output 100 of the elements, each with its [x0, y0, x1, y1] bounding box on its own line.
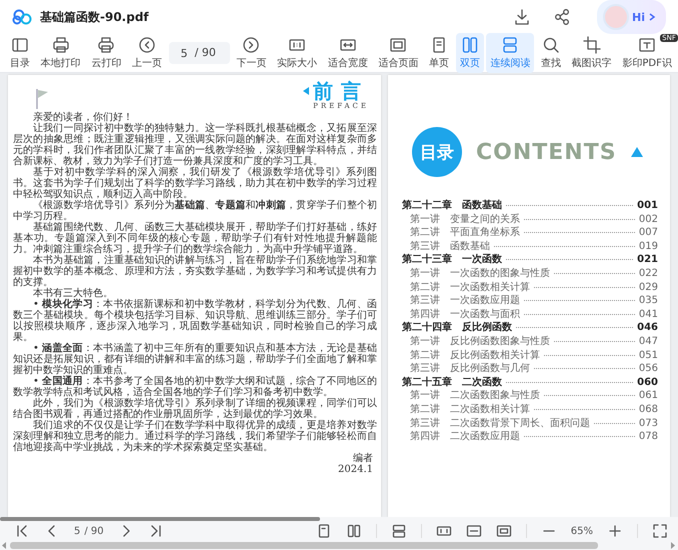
window-title: 基础篇函数-90.pdf — [40, 8, 150, 26]
page-number: 078 — [638, 430, 658, 444]
paragraph: • 全国通用：本书参考了全国各地的初中数学大纲和试题，综合了不同地区的数学教学特点和考试风格，适合全国各地的学子们学习和备考初中数学。 — [13, 376, 377, 398]
lesson-number: 第一讲 — [409, 334, 440, 349]
contents-subheading: CONTENTS — [476, 140, 617, 164]
plus-icon[interactable] — [607, 523, 623, 539]
paragraph: 此外，我们为《根源数学培优导引》系列录制了详细的视频课程，同学们可以结合图书观看，再通过搭配的作业册巩固所学，达到最优的学习效果。 — [13, 398, 377, 420]
fit-page-icon[interactable] — [496, 523, 512, 539]
page-heading: 前言 — [313, 80, 369, 102]
toolbar-button[interactable]: 云打印 — [87, 33, 126, 73]
paragraph: 基础篇围绕代数、几何、函数三大基础模块展开，帮助学子们打好基础，练好基本功。专题篇深入到不同年级的核心专题，帮助学子们有针对性地提升解题能力。冲刺篇注重综合练习，提升学子们的数学综合能力，为高中升学铺平道路。 — [13, 222, 377, 255]
page-number: 019 — [638, 240, 658, 254]
paragraph: • 模块化学习：本书依据新课标和初中数学教材，科学划分为代数、几何、函数三个基础模块。每个模块包括学习目标、知识导航、思维训练三部分。学子们可以按照模块顺序，逐步深入地学习，巩固数学基础知识，同时检验自己的学习成果。 — [13, 299, 377, 343]
toolbar-button[interactable]: 单页 — [425, 33, 454, 73]
lesson-number: 第二讲 — [409, 226, 440, 240]
toolbar-button[interactable]: 连续阅读 — [486, 33, 534, 73]
scrollbar-thumb[interactable] — [0, 517, 320, 521]
lesson-number: 第二讲 — [409, 280, 440, 294]
chapter-title: 函数基础 — [462, 199, 502, 213]
lesson-number: 第一讲 — [409, 212, 440, 226]
assistant-button[interactable]: Hi — [597, 0, 666, 34]
chapter-number: 第二十三章 — [402, 253, 452, 267]
chevron-right-icon — [242, 36, 260, 54]
chapter-number: 第二十四章 — [402, 321, 452, 335]
cloud-logo-icon — [12, 9, 32, 25]
chapter-title: 二次函数 — [462, 376, 502, 390]
page-number: 001 — [637, 199, 658, 213]
double-page-icon[interactable] — [346, 523, 362, 539]
crop-icon — [582, 36, 601, 54]
chevron-right-icon — [648, 12, 656, 22]
toolbar-button[interactable]: 本地打印 — [36, 33, 85, 73]
lesson-title: 反比例函数与几何 — [450, 362, 530, 376]
page-number[interactable]: 5 — [74, 526, 80, 536]
sidebar-icon — [11, 36, 29, 54]
toolbar-button[interactable]: 适合宽度 — [324, 33, 372, 73]
chapter-title: 一次函数 — [462, 253, 502, 267]
page-number: 068 — [638, 402, 658, 416]
download-icon[interactable] — [513, 8, 532, 26]
toolbar-button[interactable]: 目录 — [6, 33, 34, 73]
zoom-level: 65% — [570, 526, 593, 536]
lesson-number: 第四讲 — [409, 430, 440, 444]
continuous-icon[interactable] — [390, 523, 407, 539]
printer-icon — [97, 36, 116, 54]
paragraph: 让我们一同探讨初中数学的独特魅力。这一学科既扎根基础概念，又拓展至深层次的抽象思维；既注重逻辑推理，又强调实际问题的解决。在面对这样复杂而多元的学科时，我们作者团队汇聚了丰富的一线教学经验，深刻理解学科特点，并结合新课标、教材，致力为学子们打造一份兼具深度和广度的学习工具。 — [13, 123, 377, 167]
toolbar-button[interactable]: 下一页 — [232, 33, 270, 73]
lesson-title: 变量之间的关系 — [450, 212, 520, 226]
lesson-number: 第三讲 — [409, 240, 440, 254]
printer-icon — [52, 36, 70, 54]
fit-width-icon[interactable] — [466, 523, 482, 539]
fullscreen-icon[interactable] — [652, 523, 668, 539]
toolbar-button[interactable]: 截图识字 — [568, 33, 616, 73]
lesson-title: 一次函数相关计算 — [450, 280, 530, 294]
page-number: 056 — [638, 362, 658, 376]
page-number: 022 — [638, 266, 658, 281]
lesson-title: 二次函数图象与性质 — [450, 389, 540, 403]
page-number: 047 — [638, 334, 658, 349]
paragraph: 本书有三大特色。 — [32, 288, 113, 299]
search-icon — [542, 36, 560, 54]
chevron-left-icon — [138, 36, 156, 54]
page-total: / 90 — [84, 526, 104, 536]
paragraph: 本书为基础篇，注重基础知识的讲解与练习，旨在帮助学子们系统地学习和掌握初中数学的基本概念、原理和方法，夯实数学基础，为数学学习和考试提供有力的支撑。 — [13, 255, 377, 288]
paragraph: 基于对初中数学学科的深入洞察，我们研发了《根源数学培优导引》系列图书。这套书为学子们规划出了科学的数学学习路线，助力其在初中数学的学习过程中轻松驾驭知识点，顺利迈入高中阶段。 — [13, 167, 377, 200]
page-number: 007 — [638, 226, 658, 240]
lesson-title: 一次函数与面积 — [450, 308, 520, 321]
paragraph: 《根源数学培优导引》系列分为基础篇、专题篇和冲刺篇，贯穿学子们整个初中学习历程。 — [13, 200, 377, 222]
lesson-title: 反比例函数图象与性质 — [450, 334, 550, 349]
page-number: 061 — [638, 389, 658, 403]
lesson-title: 二次函数应用题 — [450, 430, 520, 444]
toolbar-button[interactable]: 查找 — [537, 33, 566, 73]
contents-heading: 目录 — [412, 127, 462, 177]
lesson-title: 一次函数应用题 — [450, 294, 520, 308]
page-number: 035 — [638, 294, 658, 308]
paragraph: • 涵盖全面：本书涵盖了初中三年所有的重要知识点和基本方法，无论是基础知识还是拓展知识，都有详细的讲解和丰富的练习题，帮助学子们全面地了解和掌握初中数学知识的重难点。 — [13, 343, 377, 376]
greeting-text: 亲爱的读者，你们好！ — [32, 112, 134, 123]
chapter-number: 第二十五章 — [402, 376, 452, 390]
chapter-number: 第二十二章 — [402, 199, 452, 213]
lesson-title: 反比例函数相关计算 — [450, 348, 540, 362]
page-number: 041 — [638, 308, 658, 322]
lesson-title: 一次函数的图象与性质 — [450, 266, 550, 281]
fit-page-icon — [389, 36, 408, 54]
lesson-number: 第三讲 — [409, 362, 440, 376]
page-number: 002 — [638, 212, 658, 226]
scroll-left-icon[interactable] — [2, 542, 7, 549]
lesson-number: 第二讲 — [409, 348, 440, 362]
page-number-field[interactable]: 5 — [168, 42, 191, 64]
scrollbar-thumb[interactable] — [10, 542, 598, 549]
page-number: 051 — [638, 348, 658, 362]
toolbar-button[interactable]: 上一页 — [128, 33, 166, 73]
share-icon[interactable] — [553, 8, 572, 26]
lesson-title: 二次函数背景下周长、面积问题 — [450, 416, 590, 430]
lesson-number: 第三讲 — [409, 294, 440, 308]
paragraph: 我们追求的不仅仅是让学子们在数学学科中取得优异的成绩，更是培养对数学深刻理解和独立思考的能力。通过科学的学习路线，我们希望学子们能够轻松而自信地迎接高中学业挑战，为未来的学术探索奠定坚实基础。 — [13, 420, 377, 453]
page-number: 073 — [638, 416, 658, 430]
toolbar-button[interactable]: 实际大小 — [273, 33, 322, 73]
page-number: 060 — [637, 376, 658, 390]
toolbar-button[interactable]: 适合页面 — [374, 33, 422, 73]
scroll-right-icon[interactable] — [671, 542, 676, 549]
triangle-icon — [630, 147, 643, 157]
lesson-title: 函数基础 — [450, 240, 490, 253]
triangle-icon — [303, 87, 309, 95]
